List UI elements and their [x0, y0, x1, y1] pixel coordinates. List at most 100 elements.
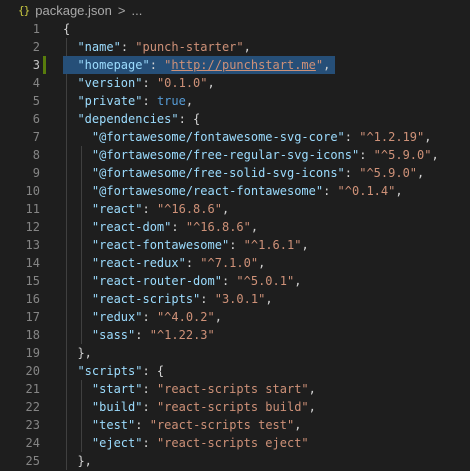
breadcrumb-file[interactable]: package.json — [35, 3, 112, 18]
code-line[interactable]: 23 "test": "react-scripts test", — [0, 416, 470, 434]
line-number: 11 — [25, 202, 40, 216]
line-number: 24 — [25, 436, 40, 450]
code-line[interactable]: 24 "eject": "react-scripts eject" — [0, 434, 470, 452]
code-line[interactable]: 18 "sass": "^1.22.3" — [0, 326, 470, 344]
code-line[interactable]: 11 "react": "^16.8.6", — [0, 200, 470, 218]
json-punctuation — [63, 58, 77, 72]
code-line[interactable]: 14 "react-redux": "^7.1.0", — [0, 254, 470, 272]
code-text: "react-fontawesome": "^1.6.1", — [63, 236, 309, 254]
code-line[interactable]: 17 "redux": "^4.0.2", — [0, 308, 470, 326]
json-key: "homepage" — [77, 58, 150, 72]
json-punctuation: , — [243, 40, 251, 54]
code-line[interactable]: 7 "@fortawesome/fontawesome-svg-core": "… — [0, 128, 470, 146]
code-line[interactable]: 15 "react-router-dom": "^5.0.1", — [0, 272, 470, 290]
json-punctuation: }, — [63, 454, 92, 468]
code-text: "react-router-dom": "^5.0.1", — [63, 272, 302, 290]
json-string: "^5.9.0" — [359, 166, 418, 180]
line-number: 13 — [25, 238, 40, 252]
json-punctuation: : — [359, 148, 374, 162]
json-punctuation: : { — [142, 364, 165, 378]
code-text: "@fortawesome/react-fontawesome": "^0.1.… — [63, 182, 403, 200]
code-line[interactable]: 6 "dependencies": { — [0, 110, 470, 128]
json-punctuation — [63, 166, 92, 180]
code-line[interactable]: 21 "start": "react-scripts start", — [0, 380, 470, 398]
json-punctuation: , — [424, 130, 432, 144]
json-punctuation: , — [395, 184, 403, 198]
code-text: "start": "react-scripts start", — [63, 380, 316, 398]
json-string: "^0.1.4" — [337, 184, 396, 198]
code-text: "private": true, — [63, 92, 193, 110]
code-line[interactable]: 4 "version": "0.1.0", — [0, 74, 470, 92]
line-number: 23 — [25, 418, 40, 432]
json-key: "react-dom" — [91, 220, 172, 234]
json-punctuation: , — [221, 202, 230, 216]
line-number: 19 — [25, 346, 40, 360]
json-punctuation — [63, 40, 77, 54]
json-key: "@fortawesome/react-fontawesome" — [91, 184, 324, 198]
code-line[interactable]: 1{ — [0, 20, 470, 38]
json-key: "eject" — [91, 436, 143, 450]
json-punctuation — [63, 328, 92, 342]
json-string: "^4.0.2" — [156, 310, 215, 324]
json-string: "0.1.0" — [156, 76, 208, 90]
code-line[interactable]: 13 "react-fontawesome": "^1.6.1", — [0, 236, 470, 254]
code-text: "redux": "^4.0.2", — [63, 308, 222, 326]
code-text: "scripts": { — [63, 362, 164, 380]
json-punctuation: , — [258, 256, 266, 270]
line-number: 14 — [25, 256, 40, 270]
json-key: "start" — [91, 382, 143, 396]
code-line[interactable]: 9 "@fortawesome/free-solid-svg-icons": "… — [0, 164, 470, 182]
code-line[interactable]: 20 "scripts": { — [0, 362, 470, 380]
json-punctuation — [63, 202, 92, 216]
line-number: 6 — [32, 112, 40, 126]
code-line[interactable]: 12 "react-dom": "^16.8.6", — [0, 218, 470, 236]
code-text: { — [63, 20, 70, 38]
line-number: 20 — [25, 364, 40, 378]
code-line[interactable]: 16 "react-scripts": "3.0.1", — [0, 290, 470, 308]
json-punctuation: : — [344, 166, 360, 180]
json-key: "sass" — [91, 328, 136, 342]
json-punctuation: : — [135, 418, 150, 432]
json-punctuation: : — [323, 184, 338, 198]
code-editor[interactable]: 1{2 "name": "punch-starter", 3 "homepage"… — [0, 20, 470, 471]
json-punctuation: , — [417, 166, 425, 180]
json-key: "react-fontawesome" — [91, 238, 230, 252]
code-line[interactable]: 25 }, — [0, 452, 470, 470]
code-line[interactable]: 8 "@fortawesome/free-regular-svg-icons":… — [0, 146, 470, 164]
code-line[interactable]: 10 "@fortawesome/react-fontawesome": "^0… — [0, 182, 470, 200]
line-number: 25 — [25, 454, 40, 468]
json-punctuation — [63, 382, 92, 396]
json-string: "^16.8.6" — [185, 220, 251, 234]
json-string: "react-scripts test" — [149, 418, 295, 432]
json-key: "dependencies" — [77, 112, 179, 126]
code-line[interactable]: 2 "name": "punch-starter", — [0, 38, 470, 56]
line-number: 15 — [25, 274, 40, 288]
json-punctuation: : — [221, 274, 237, 288]
breadcrumb-more[interactable]: ... — [131, 3, 142, 18]
json-punctuation — [63, 418, 92, 432]
json-punctuation: , — [214, 310, 222, 324]
line-number: 10 — [25, 184, 40, 198]
json-string: "^5.0.1" — [236, 274, 295, 288]
json-punctuation: : — [142, 202, 157, 216]
json-punctuation: , — [308, 400, 316, 414]
json-punctuation — [63, 256, 92, 270]
code-text: "@fortawesome/free-regular-svg-icons": "… — [63, 146, 439, 164]
line-number: 7 — [32, 130, 40, 144]
code-text: "@fortawesome/fontawesome-svg-core": "^1… — [63, 128, 432, 146]
code-text: "react-redux": "^7.1.0", — [63, 254, 265, 272]
code-line[interactable]: 22 "build": "react-scripts build", — [0, 398, 470, 416]
code-line[interactable]: 3 "homepage": "http://punchstart.me", — [0, 56, 470, 74]
json-string: "^1.2.19" — [359, 130, 425, 144]
line-number: 8 — [32, 148, 40, 162]
json-string: "^7.1.0" — [200, 256, 259, 270]
line-number: 3 — [32, 58, 40, 72]
code-text: "test": "react-scripts test", — [63, 416, 302, 434]
code-line[interactable]: 5 "private": true, — [0, 92, 470, 110]
json-punctuation: , — [323, 58, 331, 72]
code-line[interactable]: 19 }, — [0, 344, 470, 362]
json-key: "@fortawesome/free-solid-svg-icons" — [91, 166, 345, 180]
json-key: "react" — [91, 202, 143, 216]
json-punctuation: : — [135, 328, 150, 342]
json-punctuation: , — [294, 274, 302, 288]
